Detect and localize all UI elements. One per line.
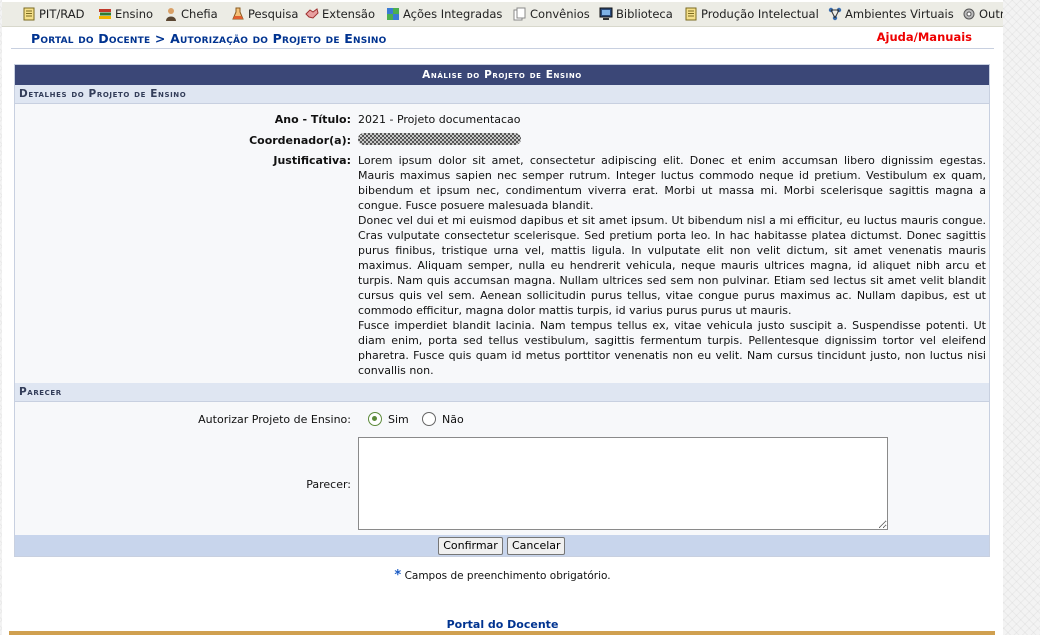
notepad-icon [684, 7, 698, 21]
menu-item-9[interactable]: Produção Intelectual [684, 2, 819, 26]
ano-titulo-label: Ano - Título: [274, 113, 351, 126]
menu-item-label: Pesquisa [248, 7, 299, 21]
notepad-icon [22, 7, 36, 21]
menu-item-4[interactable]: Pesquisa [231, 2, 298, 26]
analysis-form: Análise do Projeto de Ensino Detalhes do… [14, 64, 990, 557]
radio-sim-label[interactable]: Sim [388, 413, 409, 426]
menu-item-8[interactable]: Biblioteca [599, 2, 673, 26]
parecer-label: Parecer: [306, 478, 351, 491]
radio-nao[interactable] [422, 412, 436, 426]
network-icon [828, 7, 842, 21]
menu-item-label: Ensino [115, 7, 154, 21]
hands-icon [305, 7, 319, 21]
coordenador-label: Coordenador(a): [249, 134, 351, 147]
cancel-button[interactable]: Cancelar [507, 537, 565, 555]
monitor-book-icon [599, 7, 613, 21]
breadcrumb-bar: Portal do Docente > Autorização do Proje… [11, 27, 994, 49]
menu-item-2[interactable]: Ensino [98, 2, 153, 26]
justificativa-paragraph: Donec vel dui et mi euismod dapibus et s… [358, 214, 986, 317]
menu-item-label: Ações Integradas [403, 7, 503, 21]
menu-item-5[interactable]: Extensão [305, 2, 375, 26]
menu-item-label: Produção Intelectual [701, 7, 819, 21]
details-section-header: Detalhes do Projeto de Ensino [15, 85, 989, 104]
gears-icon [962, 7, 976, 21]
menu-item-label: Biblioteca [616, 7, 673, 21]
menu-item-11[interactable]: Outros [962, 2, 1003, 26]
ano-titulo-value: 2021 - Projeto documentacao [358, 113, 521, 126]
menu-item-label: Convênios [530, 7, 590, 21]
books-icon [98, 7, 112, 21]
required-fields-text: Campos de preenchimento obrigatório. [404, 570, 611, 582]
autorizar-label: Autorizar Projeto de Ensino: [198, 413, 351, 426]
documents-icon [513, 7, 527, 21]
justificativa-text: Lorem ipsum dolor sit amet, consectetur … [358, 153, 986, 378]
person-icon [164, 7, 178, 21]
menu-item-label: PIT/RAD [39, 7, 85, 21]
menu-item-label: Extensão [322, 7, 376, 21]
breadcrumb: Portal do Docente > Autorização do Proje… [31, 31, 387, 46]
menu-item-3[interactable]: Chefia [164, 2, 218, 26]
puzzle-icon [386, 7, 400, 21]
menu-item-6[interactable]: Ações Integradas [386, 2, 502, 26]
page: PIT/RAD Ensino Chefia Pesquisa Extensão Ações… [2, 0, 1003, 635]
justificativa-label: Justificativa: [273, 154, 351, 167]
autorizar-radio-group: Sim Não [368, 412, 488, 428]
flask-icon [231, 7, 245, 21]
justificativa-paragraph: Fusce imperdiet blandit lacinia. Nam tem… [358, 319, 986, 377]
form-caption: Análise do Projeto de Ensino [15, 65, 989, 85]
required-fields-note: * Campos de preenchimento obrigatório. [2, 568, 1003, 583]
parecer-textarea[interactable] [358, 437, 888, 530]
menu-item-7[interactable]: Convênios [513, 2, 590, 26]
menu-item-label: Outros [979, 7, 1003, 21]
top-menu-bar: PIT/RAD Ensino Chefia Pesquisa Extensão Ações… [2, 2, 1003, 27]
justificativa-paragraph: Lorem ipsum dolor sit amet, consectetur … [358, 154, 986, 212]
portal-footer-link[interactable]: Portal do Docente [2, 618, 1003, 631]
form-button-bar: Confirmar Cancelar [15, 535, 989, 556]
menu-item-10[interactable]: Ambientes Virtuais [828, 2, 954, 26]
confirm-button[interactable]: Confirmar [438, 537, 503, 555]
help-manuals-link[interactable]: Ajuda/Manuais [877, 30, 972, 44]
coordenador-redacted-value [358, 133, 521, 145]
parecer-section-header: Parecer [15, 383, 989, 402]
footer-divider [9, 631, 995, 635]
radio-nao-label[interactable]: Não [442, 413, 464, 426]
radio-sim[interactable] [368, 412, 382, 426]
required-star-icon: * [394, 568, 402, 583]
menu-item-1[interactable]: PIT/RAD [22, 2, 84, 26]
menu-item-label: Ambientes Virtuais [845, 7, 954, 21]
menu-item-label: Chefia [181, 7, 218, 21]
